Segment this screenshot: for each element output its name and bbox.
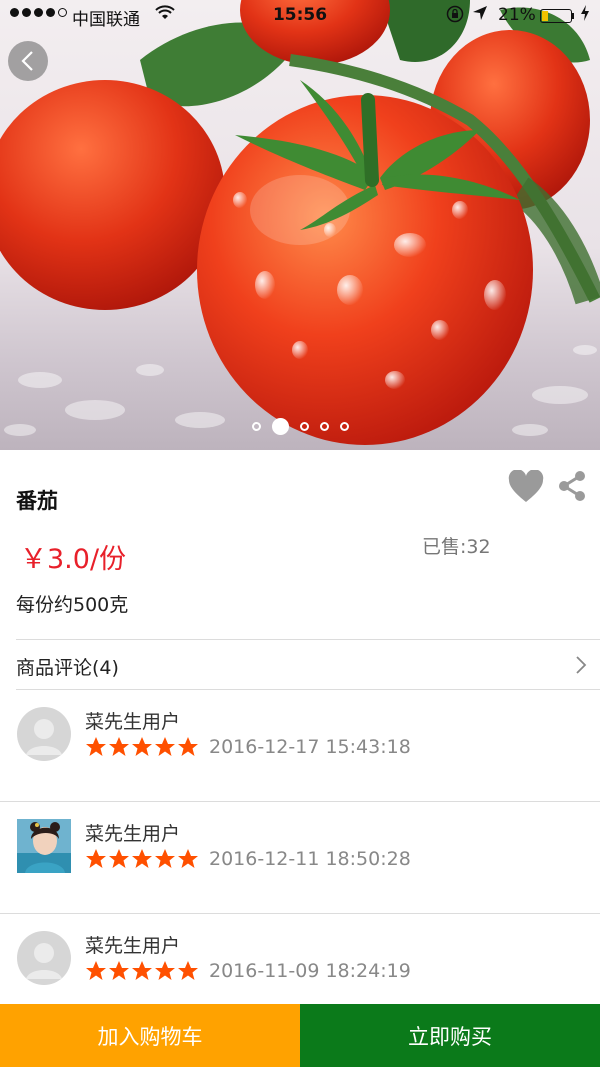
sold-count: 已售:32 <box>422 536 491 558</box>
default-avatar <box>17 931 71 985</box>
carousel-dot[interactable] <box>319 422 329 431</box>
product-image-carousel[interactable] <box>0 0 600 450</box>
star-icon <box>178 849 198 868</box>
review-date: 2016-12-11 18:50:28 <box>209 848 411 870</box>
location-arrow-icon <box>472 5 488 25</box>
review-date: 2016-11-09 18:24:19 <box>209 960 411 982</box>
heart-icon <box>508 469 544 502</box>
chevron-left-icon <box>21 51 33 71</box>
carousel-dot[interactable] <box>339 422 349 431</box>
carousel-dot[interactable] <box>299 422 309 431</box>
review-item: 菜先生用户 2016-12-11 18:50:28 <box>0 802 600 912</box>
star-icon <box>132 737 152 756</box>
star-icon <box>132 849 152 868</box>
share-button[interactable] <box>558 470 586 506</box>
product-price: ￥3.0/份 <box>20 544 127 575</box>
chevron-right-icon[interactable] <box>575 655 587 679</box>
review-user: 菜先生用户 <box>85 823 181 845</box>
charging-icon <box>580 5 590 25</box>
carousel-dot[interactable] <box>251 422 261 431</box>
share-icon <box>559 471 585 501</box>
lock-rotation-icon <box>446 5 464 27</box>
favorite-button[interactable] <box>508 469 544 508</box>
rating-stars <box>85 960 199 981</box>
reviews-header[interactable]: 商品评论(4) <box>16 653 119 680</box>
star-icon <box>86 737 106 756</box>
product-spec: 每份约500克 <box>16 594 129 616</box>
carousel-indicators[interactable] <box>0 418 600 435</box>
rating-stars <box>85 848 199 869</box>
photo-avatar <box>17 819 71 873</box>
star-icon <box>178 737 198 756</box>
tomato-photo <box>0 0 600 445</box>
rating-stars <box>85 736 199 757</box>
star-icon <box>109 737 129 756</box>
buy-now-button[interactable]: 立即购买 <box>300 1004 600 1067</box>
battery-icon <box>540 9 572 23</box>
add-to-cart-button[interactable]: 加入购物车 <box>0 1004 300 1067</box>
star-icon <box>86 849 106 868</box>
back-button[interactable] <box>8 41 48 81</box>
product-name: 番茄 <box>16 489 58 513</box>
battery-percent: 21% <box>498 5 536 25</box>
review-date: 2016-12-17 15:43:18 <box>209 736 411 758</box>
review-user: 菜先生用户 <box>85 711 181 733</box>
default-avatar <box>17 707 71 761</box>
review-user: 菜先生用户 <box>85 935 181 957</box>
star-icon <box>109 961 129 980</box>
star-icon <box>155 961 175 980</box>
star-icon <box>86 961 106 980</box>
star-icon <box>132 961 152 980</box>
star-icon <box>155 737 175 756</box>
review-item: 菜先生用户 2016-12-17 15:43:18 <box>0 690 600 800</box>
divider <box>16 639 600 640</box>
star-icon <box>178 961 198 980</box>
star-icon <box>109 849 129 868</box>
battery-tip <box>572 13 574 19</box>
star-icon <box>155 849 175 868</box>
status-bar: 中国联通 15:56 21% <box>0 0 600 34</box>
carousel-dot-active[interactable] <box>271 418 289 435</box>
